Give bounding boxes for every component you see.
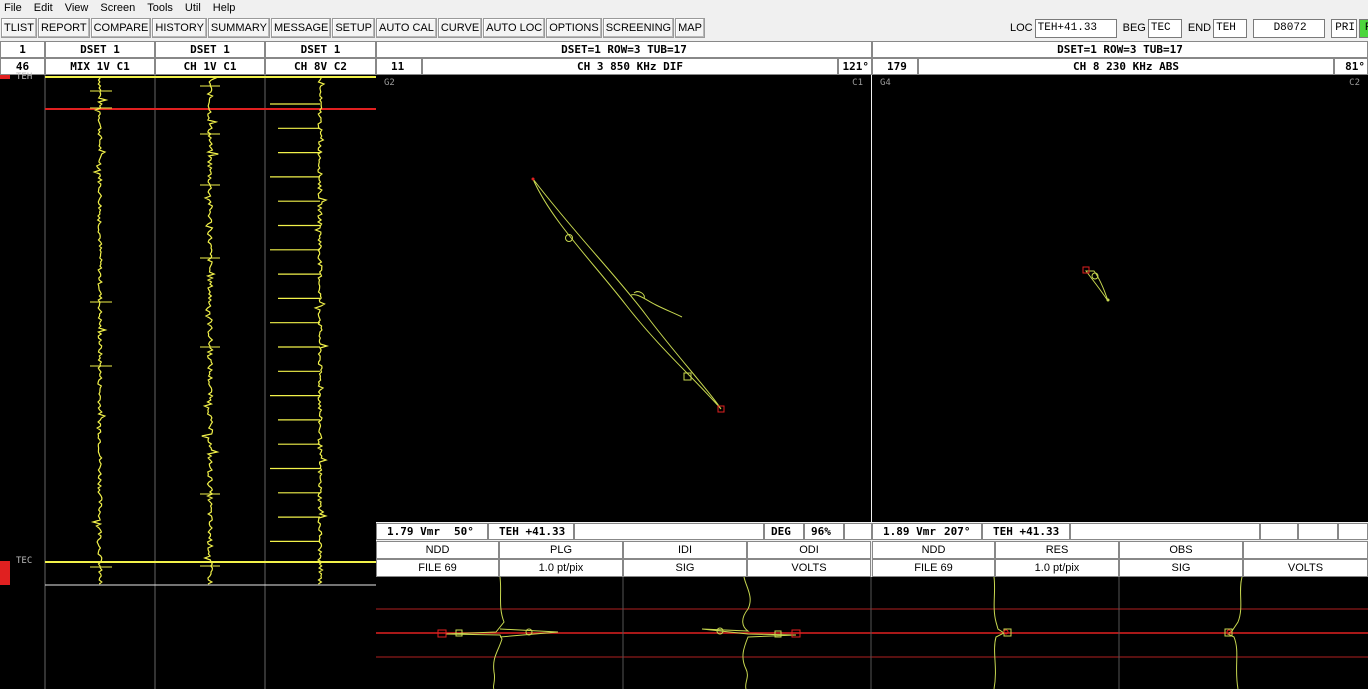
lissajous1-plot[interactable]: G2 C1	[376, 75, 871, 522]
curve-button[interactable]: CURVE	[437, 18, 483, 38]
history-button[interactable]: HISTORY	[152, 18, 207, 38]
lissajous2-tab-sig[interactable]: SIG	[1119, 559, 1243, 577]
lissajous1-loc: TEH +41.33	[488, 523, 574, 540]
lissajous2-status-blank	[1070, 523, 1260, 540]
lissajous1-vmr-value: 1.79 Vmr	[387, 525, 440, 538]
lissajous2-tab-volts[interactable]: VOLTS	[1243, 559, 1368, 577]
lissajous1-tab-scale[interactable]: 1.0 pt/pix	[499, 559, 623, 577]
lissajous1-tab-sig[interactable]: SIG	[623, 559, 747, 577]
lissajous1-title: DSET=1 ROW=3 TUB=17	[376, 41, 872, 58]
menu-bar: File Edit View Screen Tools Util Help	[0, 0, 1368, 16]
strip1-trace	[90, 77, 109, 585]
lissajous2-status-end	[1338, 523, 1368, 540]
end-field[interactable]: TEH	[1213, 18, 1248, 38]
lissajous1-tab-volts[interactable]: VOLTS	[747, 559, 871, 577]
menu-tools[interactable]: Tools	[141, 2, 179, 14]
pri-field[interactable]: PRI	[1331, 18, 1358, 38]
strip1-dset[interactable]: DSET 1	[45, 41, 155, 58]
menu-edit[interactable]: Edit	[28, 2, 59, 14]
menu-view[interactable]: View	[59, 2, 95, 14]
lissajous1-tab-idi[interactable]: IDI	[623, 541, 747, 559]
lissajous2-tab-file[interactable]: FILE 69	[872, 559, 995, 577]
strip2-dset[interactable]: DSET 1	[155, 41, 265, 58]
summary-button[interactable]: SUMMARY	[207, 18, 270, 38]
lissajous2-tab-res[interactable]: RES	[995, 541, 1119, 559]
message-button[interactable]: MESSAGE	[270, 18, 332, 38]
teh-marker-bar	[0, 75, 10, 79]
lissajous2-vmr: 1.89 Vmr 207°	[872, 523, 982, 540]
loc-field[interactable]: TEH+41.33	[1034, 18, 1117, 38]
end-label: END	[1187, 22, 1212, 34]
menu-help[interactable]: Help	[207, 2, 242, 14]
lissajous2-phase: 207°	[943, 525, 971, 538]
menu-file[interactable]: File	[0, 2, 28, 14]
compare-button[interactable]: COMPARE	[90, 18, 152, 38]
lissajous2-tab-scale[interactable]: 1.0 pt/pix	[995, 559, 1119, 577]
flag-indicator[interactable]: F	[1359, 18, 1368, 38]
menu-util[interactable]: Util	[179, 2, 207, 14]
lissajous2-trace	[1084, 270, 1109, 302]
lissajous2-vmr-value: 1.89 Vmr	[883, 525, 936, 538]
auto-loc-button[interactable]: AUTO LOC	[483, 18, 546, 38]
lissajous1-angle: 121°	[838, 58, 872, 75]
beg-field[interactable]: TEC	[1147, 18, 1182, 38]
lissajous2-channel[interactable]: CH 8 230 KHz ABS	[918, 58, 1334, 75]
axial-trace-panel[interactable]	[376, 577, 1368, 689]
tec-label: TEC	[16, 556, 33, 566]
loc-label: LOC	[1010, 22, 1033, 34]
lissajous1-svg	[531, 177, 725, 413]
lissajous1-phase: 50°	[453, 525, 474, 538]
report-button[interactable]: REPORT	[37, 18, 90, 38]
teh-label: TEH	[16, 72, 33, 82]
lissajous2-loc: TEH +41.33	[982, 523, 1070, 540]
strip3-channel[interactable]: CH 8V C2	[265, 58, 376, 75]
lissajous1-tab-file[interactable]: FILE 69	[376, 559, 499, 577]
strip-chart-area[interactable]: TEH TEC	[0, 72, 376, 689]
lissajous1-status-blank	[574, 523, 764, 540]
beg-label: BEG	[1122, 22, 1146, 34]
lissajous2-title: DSET=1 ROW=3 TUB=17	[872, 41, 1368, 58]
strip1-channel[interactable]: MIX 1V C1	[45, 58, 155, 75]
lissajous2-start-marker	[1082, 266, 1090, 274]
strip-index-top: 1	[0, 41, 45, 58]
auto-cal-button[interactable]: AUTO CAL	[376, 18, 437, 38]
strip2-channel[interactable]: CH 1V C1	[155, 58, 265, 75]
lissajous1-channel[interactable]: CH 3 850 KHz DIF	[422, 58, 838, 75]
lissajous2-svg	[1082, 266, 1110, 302]
screening-button[interactable]: SCREENING	[602, 18, 675, 38]
lissajous2-status-cell-b	[1298, 523, 1338, 540]
lissajous2-plot[interactable]: G4 C2	[872, 75, 1368, 522]
lissajous2-tab-ndd[interactable]: NDD	[872, 541, 995, 559]
lissajous1-status-end	[844, 523, 872, 540]
map-button[interactable]: MAP	[675, 18, 705, 38]
lissajous1-num: 11	[376, 58, 422, 75]
lissajous2-status-cell-a	[1260, 523, 1298, 540]
tec-marker-bar	[0, 561, 10, 585]
location-group: LOC TEH+41.33 BEG TEC END TEH D8072 PRI …	[1010, 18, 1368, 38]
strip2-trace	[201, 76, 220, 585]
strip3-dset[interactable]: DSET 1	[265, 41, 376, 58]
lissajous1-deg-label: DEG	[764, 523, 804, 540]
lissajous2-tab-empty[interactable]	[1243, 541, 1368, 559]
strip-chart-svg	[0, 75, 376, 689]
lissajous1-trace	[532, 178, 722, 410]
lissajous1-pct: 96%	[804, 523, 844, 540]
lissajous2-num: 179	[872, 58, 918, 75]
lissajous2-tab-obs[interactable]: OBS	[1119, 541, 1243, 559]
setup-button[interactable]: SETUP	[332, 18, 376, 38]
lissajous1-tab-plg[interactable]: PLG	[499, 541, 623, 559]
menu-screen[interactable]: Screen	[94, 2, 141, 14]
id-field[interactable]: D8072	[1253, 18, 1326, 38]
lissajous1-tab-ndd[interactable]: NDD	[376, 541, 499, 559]
tlist-button[interactable]: TLIST	[1, 18, 37, 38]
lissajous1-tab-odi[interactable]: ODI	[747, 541, 871, 559]
lissajous1-vmr: 1.79 Vmr 50°	[376, 523, 488, 540]
axial-trace-svg	[376, 577, 1368, 689]
lissajous2-angle: 81°	[1334, 58, 1368, 75]
options-button[interactable]: OPTIONS	[546, 18, 602, 38]
